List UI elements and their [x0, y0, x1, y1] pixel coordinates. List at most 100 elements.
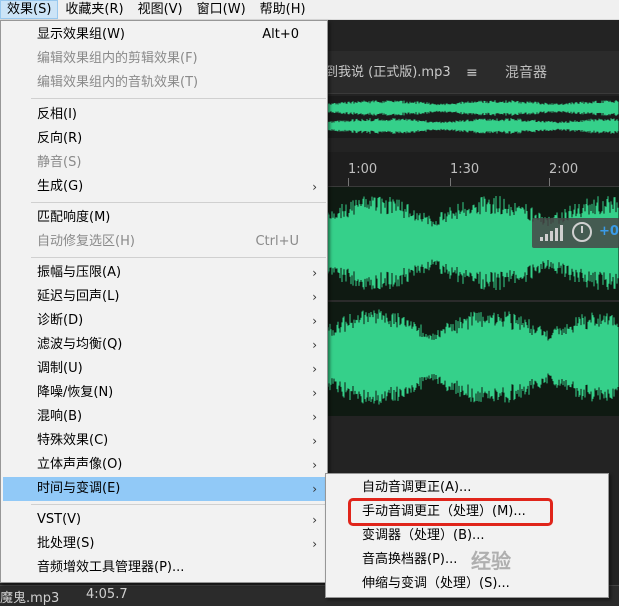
- chevron-right-icon: ›: [312, 386, 317, 400]
- time-pitch-submenu: 自动音调更正(A)... 手动音调更正（处理）(M)... 变调器（处理）(B)…: [325, 473, 609, 598]
- menu-item-label: 静音(S): [37, 155, 82, 170]
- menu-item-label: 自动修复选区(H): [37, 234, 135, 249]
- chevron-right-icon: ›: [312, 290, 317, 304]
- menu-item-special[interactable]: 特殊效果(C) ›: [3, 429, 325, 453]
- menu-item-label: VST(V): [37, 512, 82, 527]
- menu-item-label: 时间与变调(E): [37, 481, 121, 496]
- menu-item-modulation[interactable]: 调制(U) ›: [3, 357, 325, 381]
- menu-item-label: 生成(G): [37, 179, 84, 194]
- menu-item-label: 调制(U): [37, 361, 83, 376]
- menu-item-show-effects-group[interactable]: 显示效果组(W) Alt+0: [3, 23, 325, 47]
- bottom-file-name: 魔鬼.mp3: [0, 591, 60, 606]
- menu-item-label: 编辑效果组内的音轨效果(T): [37, 75, 199, 90]
- menu-effects[interactable]: 效果(S): [0, 0, 59, 19]
- submenu-item-label: 变调器（处理）(B)...: [362, 528, 485, 543]
- menu-item-match-loudness[interactable]: 匹配响度(M): [3, 206, 325, 230]
- menu-item-label: 匹配响度(M): [37, 210, 111, 225]
- highlight-annotation-box: [348, 498, 553, 526]
- chevron-right-icon: ›: [312, 266, 317, 280]
- overview-waveform-graphic: [327, 100, 619, 134]
- menu-item-reverse[interactable]: 反向(R): [3, 127, 325, 151]
- menu-window[interactable]: 窗口(W): [190, 0, 253, 19]
- menubar: 效果(S) 收藏夹(R) 视图(V) 窗口(W) 帮助(H): [0, 0, 619, 20]
- menu-item-diagnostics[interactable]: 诊断(D) ›: [3, 309, 325, 333]
- menu-item-label: 显示效果组(W): [37, 27, 125, 42]
- chevron-right-icon: ›: [312, 434, 317, 448]
- menu-item-filter-eq[interactable]: 滤波与均衡(Q) ›: [3, 333, 325, 357]
- menu-item-edit-clip-effects[interactable]: 编辑效果组内的剪辑效果(F): [3, 47, 325, 71]
- chevron-right-icon: ›: [312, 482, 317, 496]
- watermark: 经验: [471, 549, 511, 573]
- gain-value: +0: [599, 224, 619, 239]
- chevron-right-icon: ›: [312, 338, 317, 352]
- menu-item-vst[interactable]: VST(V) ›: [3, 508, 325, 532]
- submenu-item-stretch-pitch[interactable]: 伸缩与变调（处理）(S)...: [328, 572, 606, 596]
- menu-item-label: 降噪/恢复(N): [37, 385, 114, 400]
- menu-help[interactable]: 帮助(H): [253, 0, 313, 19]
- ruler-label-2: 1:30: [450, 162, 480, 177]
- ruler-label-3: 2:00: [549, 162, 579, 177]
- tab-mixer[interactable]: 混音器: [505, 61, 547, 85]
- chevron-right-icon: ›: [312, 458, 317, 472]
- bottom-duration: 4:05.7: [86, 587, 128, 602]
- menu-item-edit-track-effects[interactable]: 编辑效果组内的音轨效果(T): [3, 71, 325, 95]
- menu-separator: [31, 504, 326, 505]
- menu-separator: [31, 202, 326, 203]
- ruler-tick: [348, 178, 349, 186]
- menu-item-label: 诊断(D): [37, 313, 84, 328]
- menu-item-label: 立体声声像(O): [37, 457, 123, 472]
- menu-item-label: 振幅与压限(A): [37, 265, 122, 280]
- menu-item-shortcut: Alt+0: [262, 27, 299, 42]
- ruler-label-1: 1:00: [348, 162, 378, 177]
- menu-separator: [31, 98, 326, 99]
- menu-separator: [31, 257, 326, 258]
- clip-gain-control[interactable]: +0: [532, 218, 619, 248]
- menu-favorites[interactable]: 收藏夹(R): [58, 0, 130, 19]
- submenu-item-auto-pitch[interactable]: 自动音调更正(A)...: [328, 476, 606, 500]
- menu-item-label: 音频增效工具管理器(P)...: [37, 560, 185, 575]
- menu-item-shortcut: Ctrl+U: [255, 234, 299, 249]
- menu-item-delay-echo[interactable]: 延迟与回声(L) ›: [3, 285, 325, 309]
- submenu-item-label: 伸缩与变调（处理）(S)...: [362, 576, 510, 591]
- chevron-right-icon: ›: [312, 314, 317, 328]
- chevron-right-icon: ›: [312, 180, 317, 194]
- ruler-tick: [450, 178, 451, 186]
- menu-item-reverb[interactable]: 混响(B) ›: [3, 405, 325, 429]
- menu-item-auto-heal[interactable]: 自动修复选区(H) Ctrl+U: [3, 230, 325, 254]
- ruler-tick: [549, 178, 550, 186]
- chevron-right-icon: ›: [312, 410, 317, 424]
- waveform-overview[interactable]: [327, 96, 619, 138]
- menu-item-amplitude[interactable]: 振幅与压限(A) ›: [3, 261, 325, 285]
- menu-item-label: 反向(R): [37, 131, 83, 146]
- time-ruler[interactable]: 1:00 1:30 2:00: [328, 152, 619, 187]
- menu-item-generate[interactable]: 生成(G) ›: [3, 175, 325, 199]
- chevron-right-icon: ›: [312, 513, 317, 527]
- submenu-item-label: 音高换档器(P)...: [362, 552, 458, 567]
- menu-item-label: 反相(I): [37, 107, 77, 122]
- menu-item-plugin-manager[interactable]: 音频增效工具管理器(P)...: [3, 556, 325, 580]
- menu-view[interactable]: 视图(V): [131, 0, 190, 19]
- menu-item-label: 混响(B): [37, 409, 83, 424]
- menu-item-label: 编辑效果组内的剪辑效果(F): [37, 51, 198, 66]
- tab-file-name[interactable]: 到我说 (正式版).mp3: [325, 61, 451, 85]
- menu-item-time-pitch[interactable]: 时间与变调(E) ›: [3, 477, 325, 501]
- tab-menu-icon[interactable]: ≡: [466, 61, 478, 85]
- menu-item-label: 特殊效果(C): [37, 433, 109, 448]
- gain-knob-icon[interactable]: [572, 222, 592, 242]
- chevron-right-icon: ›: [312, 362, 317, 376]
- menu-item-invert[interactable]: 反相(I): [3, 103, 325, 127]
- menu-item-stereo-imagery[interactable]: 立体声声像(O) ›: [3, 453, 325, 477]
- menu-item-label: 延迟与回声(L): [37, 289, 120, 304]
- submenu-item-pitch-bender[interactable]: 变调器（处理）(B)...: [328, 524, 606, 548]
- effects-dropdown-menu: 显示效果组(W) Alt+0 编辑效果组内的剪辑效果(F) 编辑效果组内的音轨效果…: [0, 20, 328, 583]
- menu-item-batch[interactable]: 批处理(S) ›: [3, 532, 325, 556]
- submenu-item-pitch-shifter[interactable]: 音高换档器(P)...: [328, 548, 606, 572]
- chevron-right-icon: ›: [312, 537, 317, 551]
- submenu-item-label: 自动音调更正(A)...: [362, 480, 472, 495]
- gain-meter-icon: [540, 225, 563, 241]
- menu-item-noise-reduction[interactable]: 降噪/恢复(N) ›: [3, 381, 325, 405]
- menu-item-label: 滤波与均衡(Q): [37, 337, 123, 352]
- channel-divider: [328, 300, 619, 302]
- menu-item-label: 批处理(S): [37, 536, 95, 551]
- menu-item-silence[interactable]: 静音(S): [3, 151, 325, 175]
